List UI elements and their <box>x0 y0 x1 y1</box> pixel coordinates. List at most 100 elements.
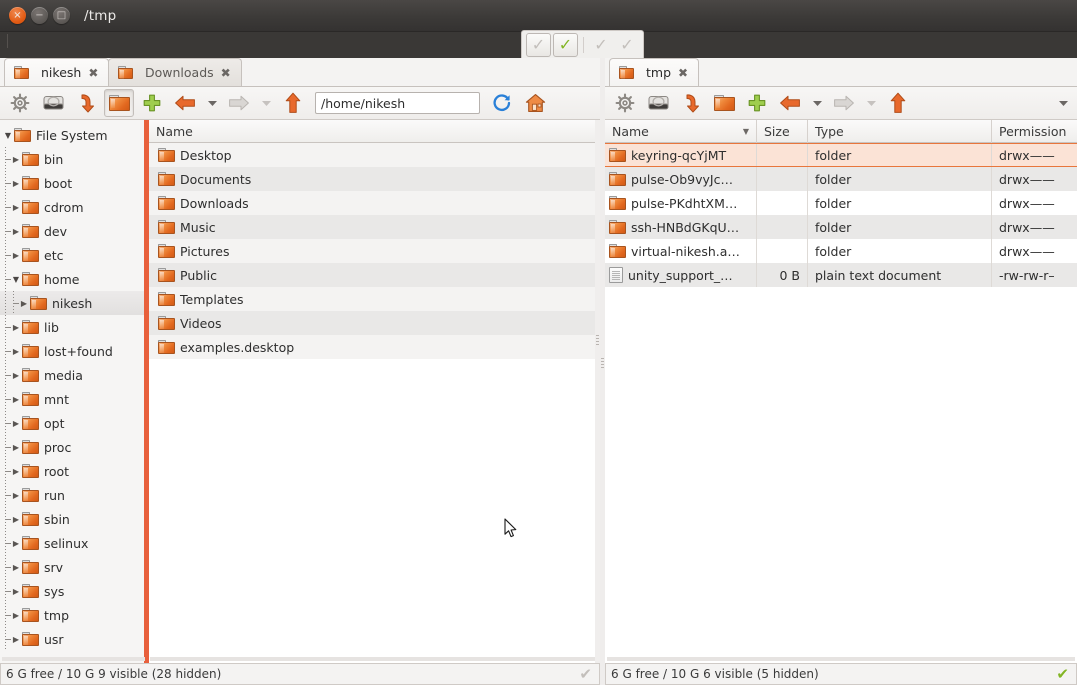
maximize-icon[interactable]: □ <box>53 7 70 24</box>
close-icon[interactable]: ✖ <box>88 67 98 79</box>
tree-item-selinux[interactable]: ▶ selinux <box>0 531 144 555</box>
chevron-down-icon[interactable]: ▼ <box>2 131 14 140</box>
forward-arrow-icon[interactable] <box>224 89 254 117</box>
chevron-right-icon[interactable]: ▶ <box>10 419 22 428</box>
list-item[interactable]: Videos <box>149 311 600 335</box>
new-folder-plus-icon[interactable] <box>742 89 772 117</box>
settings-gear-icon[interactable] <box>610 89 640 117</box>
tab-downloads[interactable]: Downloads ✖ <box>108 58 242 86</box>
list-item[interactable]: Music <box>149 215 600 239</box>
chevron-right-icon[interactable]: ▶ <box>10 323 22 332</box>
tree-item-file-system[interactable]: ▼ File System <box>0 123 144 147</box>
list-item[interactable]: examples.desktop <box>149 335 600 359</box>
minimize-icon[interactable]: − <box>31 7 48 24</box>
list-item[interactable]: Downloads <box>149 191 600 215</box>
close-icon[interactable]: ✖ <box>221 67 231 79</box>
up-arrow-icon[interactable] <box>883 89 913 117</box>
chevron-right-icon[interactable]: ▶ <box>10 467 22 476</box>
scrollbar-grip[interactable] <box>596 335 599 346</box>
chevron-right-icon[interactable]: ▶ <box>10 155 22 164</box>
chevron-right-icon[interactable]: ▶ <box>10 587 22 596</box>
column-header-name[interactable]: Name <box>149 120 600 143</box>
tree-item-home[interactable]: ▼ home <box>0 267 144 291</box>
table-row[interactable]: pulse-PKdhtXM… folder drwx—— <box>605 191 1077 215</box>
back-arrow-icon[interactable] <box>170 89 200 117</box>
filesystem-tree[interactable]: ▼ File System ▶ bin ▶ boot ▶ cdrom ▶ dev ▶ et… <box>0 120 144 667</box>
new-folder-plus-icon[interactable] <box>137 89 167 117</box>
tree-item-lost-found[interactable]: ▶ lost+found <box>0 339 144 363</box>
open-drive-icon[interactable] <box>643 89 673 117</box>
table-row[interactable]: keyring-qcYjMT folder drwx—— <box>605 143 1077 167</box>
open-folder-icon[interactable] <box>104 89 134 117</box>
status-check-icon[interactable]: ✔ <box>1056 666 1071 682</box>
tree-item-tmp[interactable]: ▶ tmp <box>0 603 144 627</box>
chevron-right-icon[interactable]: ▶ <box>10 443 22 452</box>
chevron-right-icon[interactable]: ▶ <box>10 539 22 548</box>
sync-toggle-right[interactable]: ✓ <box>553 32 578 57</box>
forward-history-dropdown-icon[interactable] <box>862 89 880 117</box>
tree-item-lib[interactable]: ▶ lib <box>0 315 144 339</box>
back-arrow-icon[interactable] <box>775 89 805 117</box>
left-tree-hscrollbar[interactable] <box>2 657 145 661</box>
open-drive-icon[interactable] <box>38 89 68 117</box>
list-item[interactable]: Desktop <box>149 143 600 167</box>
column-header-type[interactable]: Type <box>808 120 992 143</box>
tree-item-media[interactable]: ▶ media <box>0 363 144 387</box>
tree-item-usr[interactable]: ▶ usr <box>0 627 144 651</box>
chevron-right-icon[interactable]: ▶ <box>10 563 22 572</box>
table-row[interactable]: ssh-HNBdGKqU… folder drwx—— <box>605 215 1077 239</box>
download-arrow-icon[interactable] <box>676 89 706 117</box>
list-item[interactable]: Public <box>149 263 600 287</box>
forward-arrow-icon[interactable] <box>829 89 859 117</box>
tree-item-dev[interactable]: ▶ dev <box>0 219 144 243</box>
table-row[interactable]: virtual-nikesh.a… folder drwx—— <box>605 239 1077 263</box>
sort-caret-down-icon[interactable]: ▼ <box>735 127 749 136</box>
chevron-right-icon[interactable]: ▶ <box>10 347 22 356</box>
sync-indicator-two[interactable]: ✓ <box>615 33 639 57</box>
list-item[interactable]: Templates <box>149 287 600 311</box>
tree-item-run[interactable]: ▶ run <box>0 483 144 507</box>
back-history-dropdown-icon[interactable] <box>203 89 221 117</box>
right-list-hscrollbar[interactable] <box>607 657 1075 661</box>
tab-nikesh[interactable]: nikesh ✖ <box>4 58 110 86</box>
chevron-right-icon[interactable]: ▶ <box>10 395 22 404</box>
table-row[interactable]: pulse-Ob9vyJc… folder drwx—— <box>605 167 1077 191</box>
close-icon[interactable]: ✖ <box>678 67 688 79</box>
chevron-right-icon[interactable]: ▶ <box>10 635 22 644</box>
column-header-name[interactable]: Name ▼ <box>605 120 757 143</box>
right-file-list[interactable]: Name ▼ Size Type Permission keyring-qcYj… <box>605 120 1077 667</box>
chevron-right-icon[interactable]: ▶ <box>10 179 22 188</box>
left-list-hscrollbar[interactable] <box>150 657 595 661</box>
tree-item-sys[interactable]: ▶ sys <box>0 579 144 603</box>
chevron-right-icon[interactable]: ▶ <box>18 299 30 308</box>
tab-tmp[interactable]: tmp ✖ <box>609 58 700 86</box>
tree-item-cdrom[interactable]: ▶ cdrom <box>0 195 144 219</box>
column-header-permission[interactable]: Permission <box>992 120 1077 143</box>
chevron-right-icon[interactable]: ▶ <box>10 491 22 500</box>
tree-item-opt[interactable]: ▶ opt <box>0 411 144 435</box>
back-history-dropdown-icon[interactable] <box>808 89 826 117</box>
sync-indicator-one[interactable]: ✓ <box>589 33 613 57</box>
list-item[interactable]: Pictures <box>149 239 600 263</box>
tree-item-mnt[interactable]: ▶ mnt <box>0 387 144 411</box>
close-icon[interactable]: × <box>9 7 26 24</box>
chevron-right-icon[interactable]: ▶ <box>10 371 22 380</box>
tree-item-boot[interactable]: ▶ boot <box>0 171 144 195</box>
tree-item-srv[interactable]: ▶ srv <box>0 555 144 579</box>
column-header-size[interactable]: Size <box>757 120 808 143</box>
sync-toggle-left[interactable]: ✓ <box>526 32 551 57</box>
status-check-icon[interactable]: ✔ <box>579 666 594 682</box>
chevron-right-icon[interactable]: ▶ <box>10 203 22 212</box>
home-icon[interactable] <box>520 89 550 117</box>
chevron-right-icon[interactable]: ▶ <box>10 611 22 620</box>
chevron-right-icon[interactable]: ▶ <box>10 515 22 524</box>
forward-history-dropdown-icon[interactable] <box>257 89 275 117</box>
up-arrow-icon[interactable] <box>278 89 308 117</box>
toolbar-overflow-chevron-down-icon[interactable] <box>1054 89 1072 117</box>
tree-item-nikesh[interactable]: ▶ nikesh <box>0 291 144 315</box>
table-row[interactable]: unity_support_… 0 B plain text document … <box>605 263 1077 287</box>
tree-item-sbin[interactable]: ▶ sbin <box>0 507 144 531</box>
tree-item-bin[interactable]: ▶ bin <box>0 147 144 171</box>
open-folder-icon[interactable] <box>709 89 739 117</box>
left-file-list[interactable]: Name Desktop Documents Downloads Music P… <box>149 120 600 667</box>
